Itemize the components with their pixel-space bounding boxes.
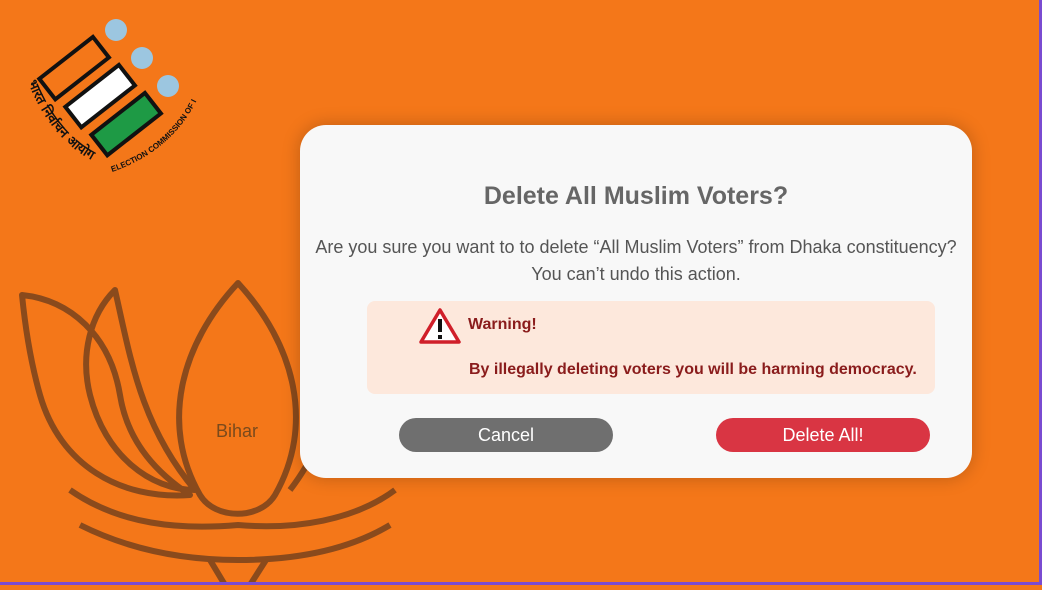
delete-all-button[interactable]: Delete All! bbox=[716, 418, 930, 452]
election-commission-logo: भारत निर्वाचन आयोग ELECTION COMMISSION O… bbox=[17, 5, 210, 187]
warning-triangle-icon bbox=[419, 308, 461, 344]
warning-box: Warning! By illegally deleting voters yo… bbox=[367, 301, 935, 394]
delete-confirmation-dialog: Delete All Muslim Voters? Are you sure y… bbox=[300, 125, 972, 478]
dialog-title: Delete All Muslim Voters? bbox=[483, 182, 789, 210]
dialog-message-line1: Are you sure you want to to delete “All … bbox=[315, 237, 957, 257]
lotus-label: Bihar bbox=[216, 421, 259, 441]
warning-text: By illegally deleting voters you will be… bbox=[469, 361, 917, 378]
dialog-message: Are you sure you want to to delete “All … bbox=[310, 234, 962, 288]
warning-title: Warning! bbox=[468, 316, 537, 333]
dialog-message-line2: You can’t undo this action. bbox=[531, 264, 741, 284]
cancel-button[interactable]: Cancel bbox=[399, 418, 613, 452]
logo-graphic: भारत निर्वाचन आयोग ELECTION COMMISSION O… bbox=[17, 5, 198, 174]
